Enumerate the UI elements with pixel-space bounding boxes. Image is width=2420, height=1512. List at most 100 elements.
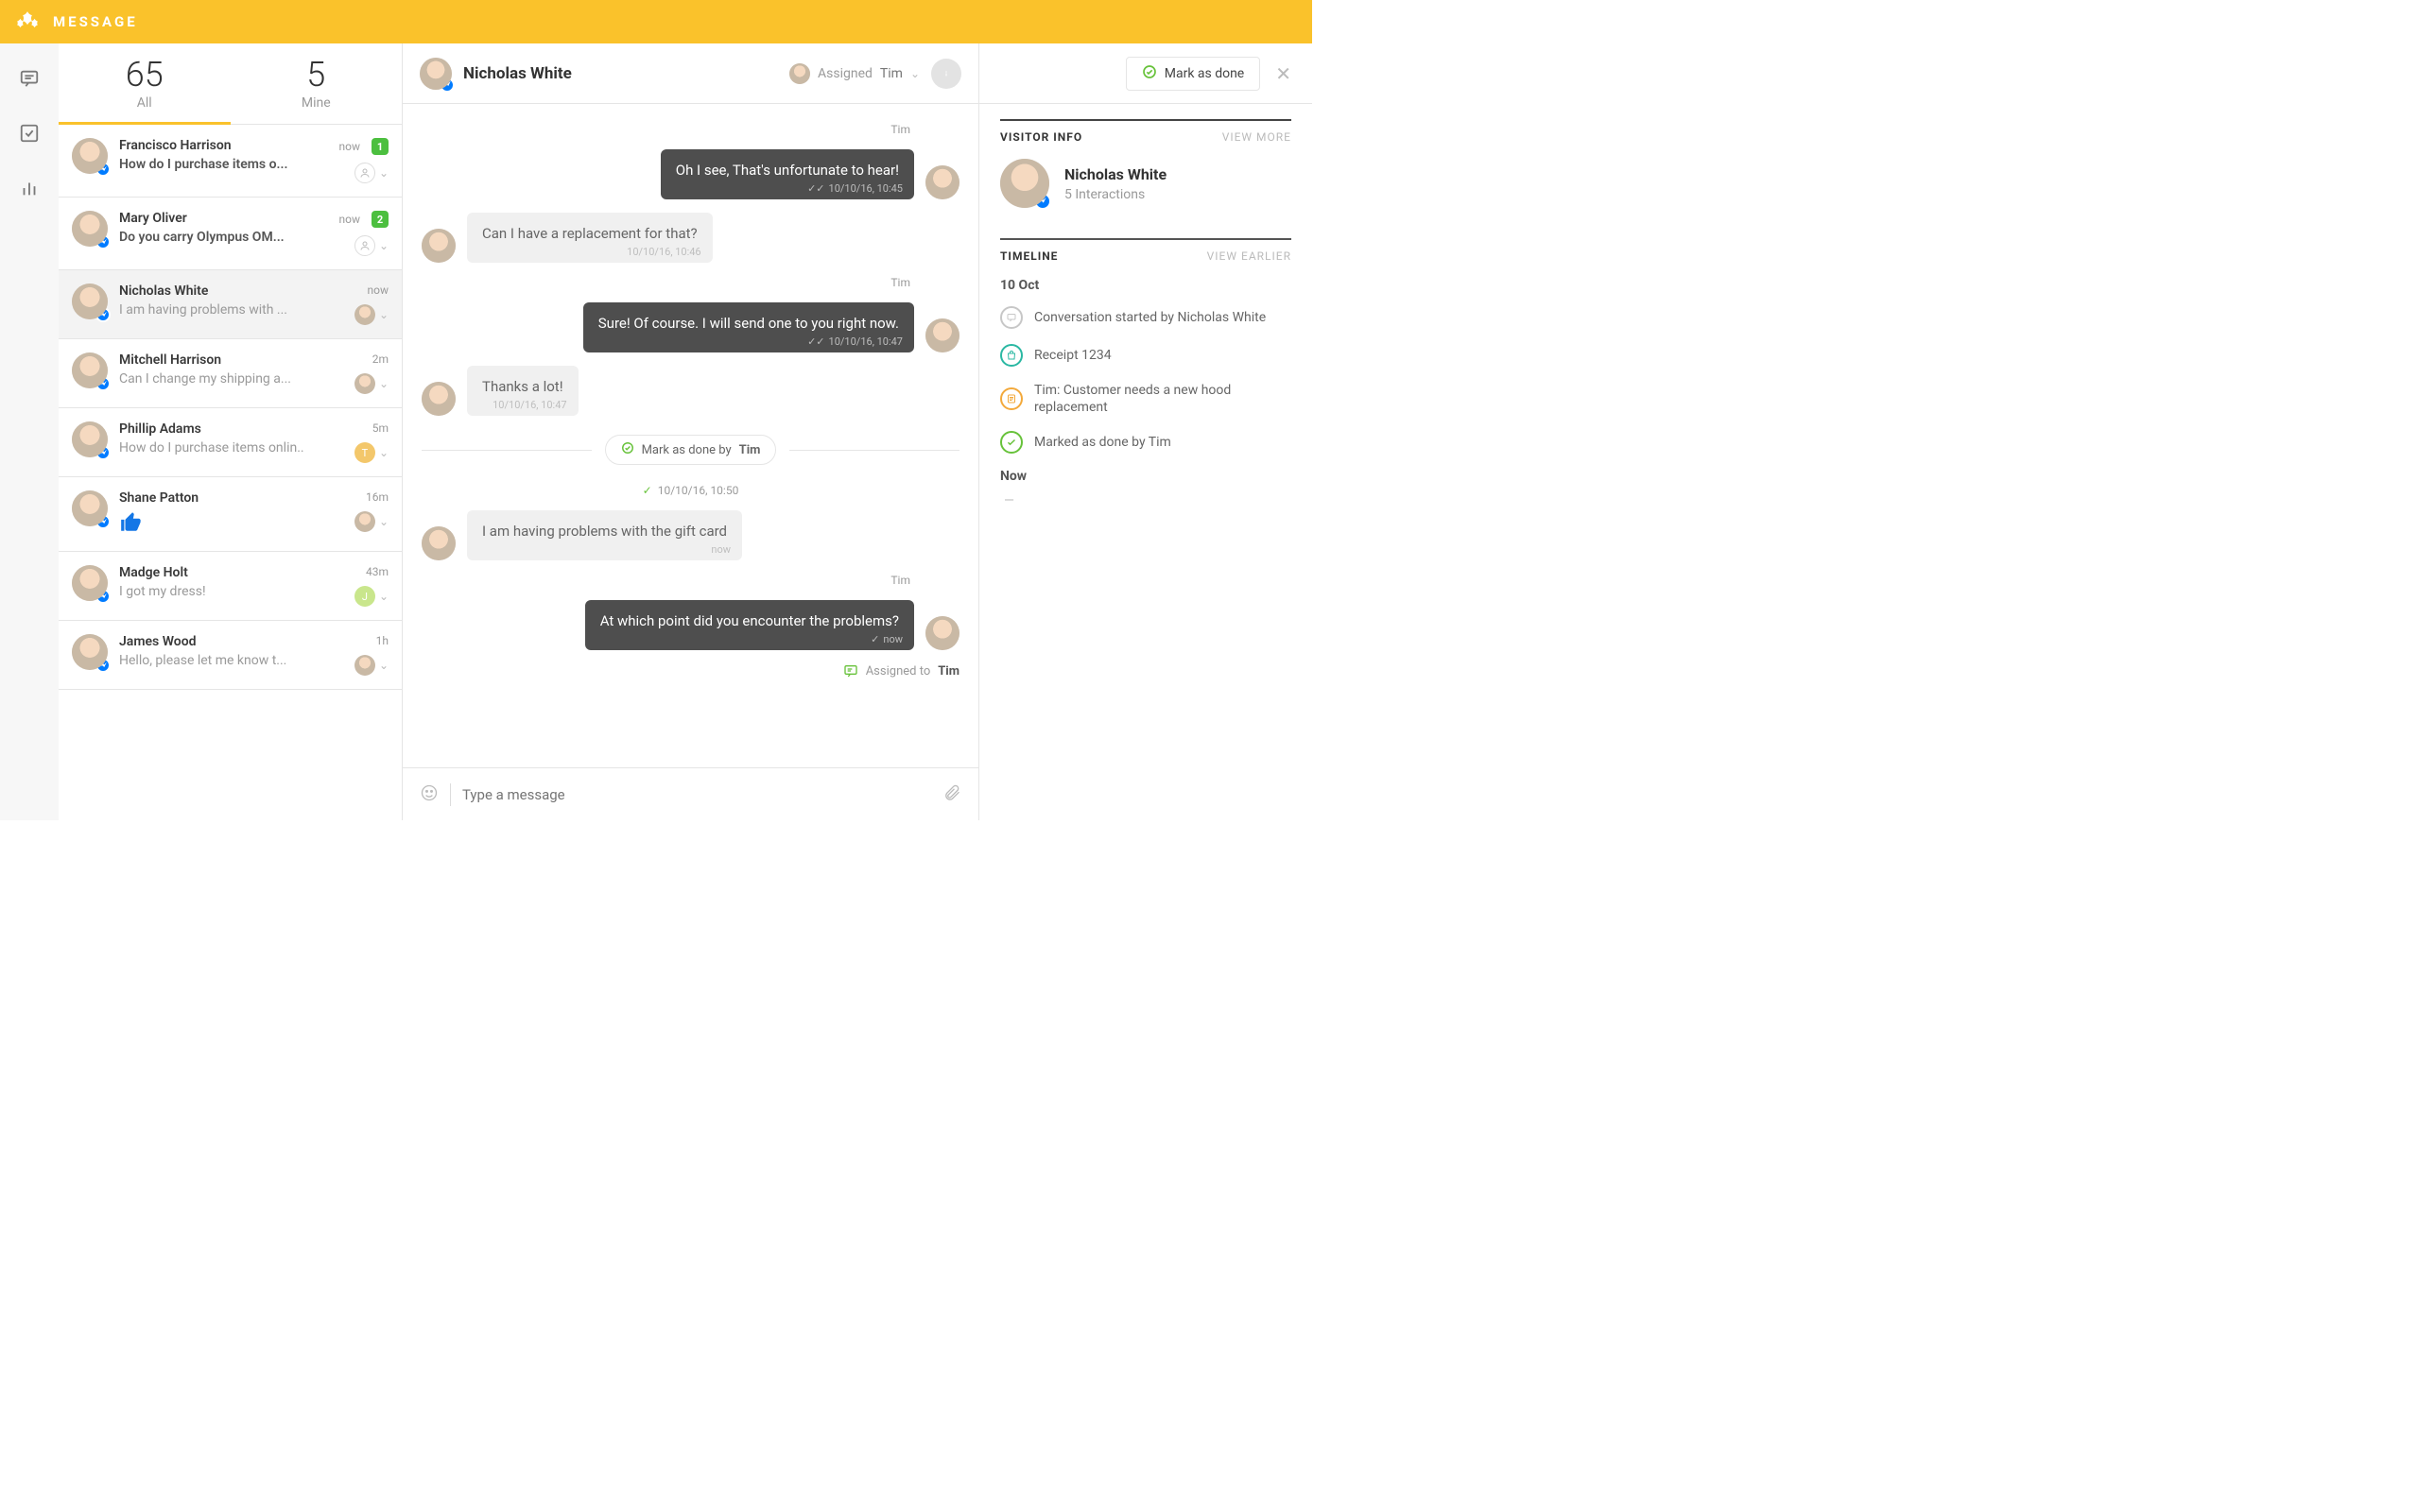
timeline-chat-icon — [1000, 306, 1023, 329]
unread-badge: 1 — [372, 138, 389, 155]
conversation-panel: Nicholas White Assigned Tim ⌄ TimOh I se… — [403, 43, 979, 820]
timeline-text: Marked as done by Tim — [1034, 434, 1171, 451]
timeline-item[interactable]: Receipt 1234 — [1000, 344, 1291, 367]
thread-assigned-avatar — [354, 163, 375, 183]
mark-done-label: Mark as done — [1165, 66, 1245, 81]
composer — [403, 767, 978, 820]
thread-assigned-avatar: T — [354, 442, 375, 463]
message-avatar — [925, 616, 959, 650]
messenger-badge-icon — [95, 376, 111, 391]
messages-area[interactable]: TimOh I see, That's unfortunate to hear!… — [403, 104, 978, 767]
thread-name: Shane Patton — [119, 490, 317, 506]
timeline-view-earlier-link[interactable]: VIEW EARLIER — [1207, 249, 1291, 263]
thread-avatar — [72, 490, 108, 526]
message-avatar — [422, 382, 456, 416]
timeline-item[interactable]: Tim: Customer needs a new hood replaceme… — [1000, 382, 1291, 416]
thread-item[interactable]: Mitchell HarrisonCan I change my shippin… — [59, 339, 402, 408]
thread-assign-dropdown[interactable]: ⌄ — [354, 235, 389, 256]
thread-item[interactable]: Nicholas WhiteI am having problems with … — [59, 270, 402, 339]
assigned-name: Tim — [880, 66, 903, 81]
inbox-tab-all-label: All — [137, 95, 152, 111]
info-icon[interactable] — [931, 59, 961, 89]
read-ticks-icon: ✓✓ — [807, 335, 824, 349]
visitor-view-more-link[interactable]: VIEW MORE — [1222, 130, 1291, 144]
thread-list[interactable]: Francisco HarrisonHow do I purchase item… — [59, 125, 402, 820]
messenger-badge-icon — [95, 307, 111, 322]
inbox-tab-mine-count: 5 — [306, 58, 325, 92]
emoji-icon[interactable] — [420, 783, 439, 806]
message-row: Sure! Of course. I will send one to you … — [422, 302, 959, 352]
messenger-badge-icon — [95, 514, 111, 529]
inbox-tabs: 65 All 5 Mine — [59, 43, 402, 125]
thread-assign-dropdown[interactable]: J⌄ — [354, 586, 389, 607]
read-ticks-icon: ✓✓ — [807, 181, 824, 196]
assigned-dropdown[interactable]: Assigned Tim ⌄ — [789, 63, 920, 84]
visitor-section: VISITOR INFO VIEW MORE Nicholas White 5 … — [979, 104, 1312, 223]
messenger-badge-icon — [95, 162, 111, 177]
thread-avatar — [72, 211, 108, 247]
messenger-badge-icon — [95, 234, 111, 249]
message-text: Can I have a replacement for that? — [482, 225, 698, 242]
thread-item[interactable]: Mary OliverDo you carry Olympus OM...now… — [59, 198, 402, 270]
thread-item[interactable]: Madge HoltI got my dress!43mJ⌄ — [59, 552, 402, 621]
timeline-now-label: Now — [1000, 469, 1291, 484]
thread-assign-dropdown[interactable]: ⌄ — [354, 163, 389, 183]
timeline-heading: TIMELINE — [1000, 249, 1058, 263]
timeline-note-icon — [1000, 387, 1023, 410]
visitor-avatar — [1000, 159, 1049, 208]
chevron-down-icon: ⌄ — [379, 590, 389, 603]
mark-done-button[interactable]: Mark as done — [1126, 57, 1261, 91]
divider-row: Mark as done by Tim — [422, 435, 959, 465]
convo-header-avatar — [420, 58, 452, 90]
check-icon — [621, 441, 634, 458]
message-avatar — [925, 318, 959, 352]
thread-assigned-avatar — [354, 511, 375, 532]
thread-preview: How do I purchase items o... — [119, 157, 308, 172]
thread-avatar — [72, 138, 108, 174]
thread-assigned-avatar: J — [354, 586, 375, 607]
thread-name: Madge Holt — [119, 565, 317, 580]
thread-item[interactable]: Phillip Adams How do I purchase items onl… — [59, 408, 402, 477]
message-sender: Tim — [422, 574, 910, 587]
rail-chart-icon[interactable] — [19, 178, 40, 198]
thread-assign-dropdown[interactable]: ⌄ — [354, 373, 389, 394]
messenger-badge-icon — [440, 77, 455, 93]
message-input[interactable] — [450, 783, 931, 806]
thread-assign-dropdown[interactable]: ⌄ — [354, 304, 389, 325]
chevron-down-icon: ⌄ — [379, 239, 389, 252]
message-row: I am having problems with the gift card … — [422, 510, 959, 560]
inbox-tab-all[interactable]: 65 All — [59, 43, 231, 125]
timeline-item[interactable]: Conversation started by Nicholas White — [1000, 306, 1291, 329]
side-header: Mark as done ✕ — [979, 43, 1312, 104]
inbox-tab-mine[interactable]: 5 Mine — [231, 43, 403, 125]
nav-rail — [0, 43, 59, 820]
thread-time: now — [368, 284, 389, 297]
thread-assign-dropdown[interactable]: T⌄ — [354, 442, 389, 463]
message-row: Thanks a lot! 10/10/16, 10:47 — [422, 366, 959, 416]
thread-time: 2m — [372, 352, 389, 366]
app-title: MESSAGE — [53, 13, 138, 30]
thread-preview: How do I purchase items onlin.. — [119, 440, 308, 455]
assigned-avatar — [789, 63, 810, 84]
thread-assign-dropdown[interactable]: ⌄ — [354, 655, 389, 676]
chevron-down-icon: ⌄ — [379, 659, 389, 672]
thread-assign-dropdown[interactable]: ⌄ — [354, 511, 389, 532]
visitor-name: Nicholas White — [1064, 165, 1167, 183]
chevron-down-icon: ⌄ — [379, 166, 389, 180]
unread-badge: 2 — [372, 211, 389, 228]
timeline-item[interactable]: Marked as done by Tim — [1000, 431, 1291, 454]
message-timestamp: 10/10/16, 10:46 — [627, 245, 700, 259]
check-icon — [1142, 64, 1157, 83]
thread-avatar — [72, 634, 108, 670]
message-bubble: Can I have a replacement for that? 10/10… — [467, 213, 713, 263]
rail-checkbox-icon[interactable] — [19, 123, 40, 144]
thread-item[interactable]: Francisco HarrisonHow do I purchase item… — [59, 125, 402, 198]
assigned-label: Assigned — [818, 66, 873, 81]
thread-name: Phillip Adams — [119, 421, 317, 437]
close-icon[interactable]: ✕ — [1271, 62, 1295, 85]
attachment-icon[interactable] — [942, 783, 961, 806]
thread-item[interactable]: James WoodHello, please let me know t...… — [59, 621, 402, 690]
thread-item[interactable]: Shane Patton16m⌄ — [59, 477, 402, 552]
rail-messages-icon[interactable] — [19, 68, 40, 89]
conversation-header: Nicholas White Assigned Tim ⌄ — [403, 43, 978, 104]
